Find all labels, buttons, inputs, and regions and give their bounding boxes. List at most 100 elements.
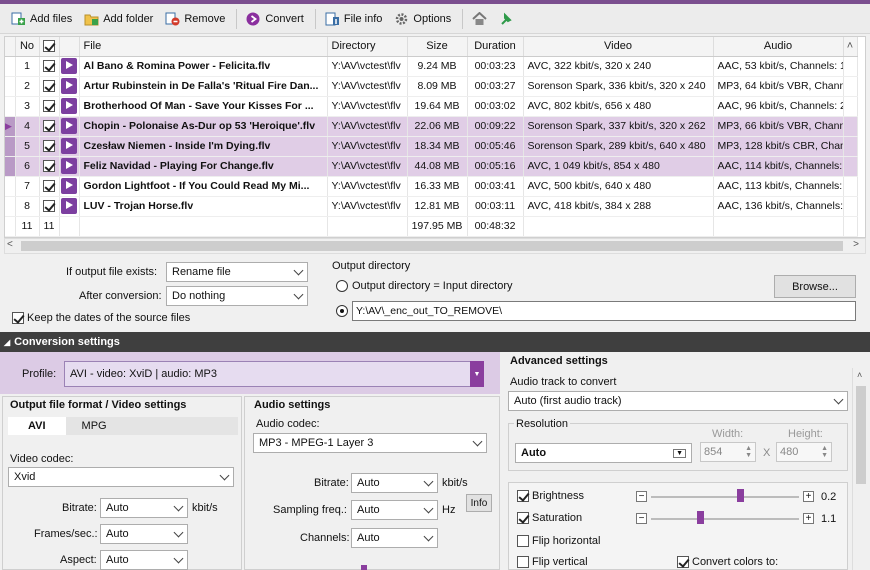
- column-size[interactable]: Size: [407, 37, 468, 57]
- row-checkbox[interactable]: [43, 120, 55, 133]
- table-row[interactable]: ▶ 4 Chopin - Polonaise As-Dur op 53 'Heroi…: [5, 116, 858, 137]
- collapse-triangle-icon[interactable]: ◢: [4, 338, 10, 347]
- output-directory-input[interactable]: Y:\AV\_enc_out_TO_REMOVE\: [352, 301, 856, 321]
- column-directory[interactable]: Directory: [327, 37, 408, 57]
- column-video[interactable]: Video: [523, 37, 714, 57]
- brightness-minus-button[interactable]: −: [636, 491, 647, 502]
- row-checkbox[interactable]: [43, 200, 55, 213]
- row-checkbox[interactable]: [43, 180, 55, 193]
- remove-button[interactable]: Remove: [160, 9, 230, 29]
- brightness-plus-button[interactable]: +: [803, 491, 814, 502]
- channels-select[interactable]: Auto: [351, 528, 438, 548]
- scroll-up-arrow[interactable]: ˄: [843, 37, 858, 57]
- scroll-left-arrow[interactable]: <: [7, 239, 13, 250]
- scrollbar-thumb[interactable]: [856, 386, 866, 484]
- column-checkbox[interactable]: [39, 37, 60, 57]
- tab-mpg[interactable]: MPG: [66, 417, 123, 435]
- row-checkbox[interactable]: [43, 100, 55, 113]
- fps-select[interactable]: Auto: [100, 524, 188, 544]
- scroll-right-arrow[interactable]: >: [853, 239, 859, 250]
- audio-info: MP3, 128 kbit/s CBR, Chann: [713, 136, 844, 157]
- table-row[interactable]: 5 Czesław Niemen - Inside I'm Dying.flv Y:…: [5, 136, 858, 157]
- flip-vertical-checkbox[interactable]: [517, 556, 529, 568]
- column-no[interactable]: No: [15, 37, 40, 57]
- add-files-button[interactable]: Add files: [6, 9, 77, 29]
- audio-bitrate-select[interactable]: Auto: [351, 473, 438, 493]
- sampling-select[interactable]: Auto: [351, 500, 438, 520]
- video-bitrate-select[interactable]: Auto: [100, 498, 188, 518]
- keep-dates-checkbox-row[interactable]: Keep the dates of the source files: [12, 312, 190, 324]
- saturation-plus-button[interactable]: +: [803, 513, 814, 524]
- advanced-vertical-scrollbar[interactable]: ˄: [852, 368, 868, 570]
- brightness-slider-track[interactable]: [651, 496, 799, 498]
- brightness-slider-thumb[interactable]: [736, 489, 744, 502]
- flip-horizontal-checkbox[interactable]: [517, 535, 529, 547]
- height-input[interactable]: 480 ▲ ▼: [776, 442, 832, 462]
- row-checkbox[interactable]: [43, 80, 55, 93]
- flip-vertical-row[interactable]: Flip vertical: [517, 556, 588, 568]
- file-name: Feliz Navidad - Playing For Change.flv: [79, 156, 328, 177]
- convert-button[interactable]: Convert: [241, 9, 309, 29]
- same-as-input-radio-row[interactable]: Output directory = Input directory: [336, 280, 513, 292]
- row-checkbox[interactable]: [43, 160, 55, 173]
- file-info-button[interactable]: File info: [320, 9, 388, 29]
- table-row[interactable]: 6 Feliz Navidad - Playing For Change.flv Y…: [5, 156, 858, 177]
- row-checkbox[interactable]: [43, 60, 55, 73]
- home-icon: [472, 11, 487, 26]
- saturation-slider-track[interactable]: [651, 518, 799, 520]
- profile-select[interactable]: AVI - video: XviD | audio: MP3: [64, 361, 484, 387]
- brightness-row[interactable]: Brightness: [517, 490, 584, 502]
- saturation-minus-button[interactable]: −: [636, 513, 647, 524]
- convert-colors-checkbox[interactable]: [677, 556, 689, 568]
- row-checkbox[interactable]: [43, 140, 55, 153]
- audio-codec-label: Audio codec:: [256, 418, 320, 430]
- same-as-input-radio[interactable]: [336, 280, 348, 292]
- scroll-up-arrow[interactable]: ˄: [857, 370, 862, 380]
- profile-dropdown-button[interactable]: ▼: [470, 361, 484, 387]
- chevron-down-icon: [423, 531, 434, 541]
- convert-colors-row[interactable]: Convert colors to:: [677, 556, 778, 568]
- pin-button[interactable]: [494, 9, 519, 29]
- table-row[interactable]: 2 Artur Rubinstein in De Falla's 'Ritual …: [5, 76, 858, 97]
- file-name: Czesław Niemen - Inside I'm Dying.flv: [79, 136, 328, 157]
- horizontal-scrollbar[interactable]: < >: [4, 238, 866, 254]
- scrollbar-thumb[interactable]: [21, 241, 843, 251]
- volume-slider-thumb[interactable]: [361, 565, 367, 570]
- after-conversion-select[interactable]: Do nothing: [166, 286, 308, 306]
- home-button[interactable]: [467, 9, 492, 29]
- width-input[interactable]: 854 ▲ ▼: [700, 442, 756, 462]
- add-folder-button[interactable]: Add folder: [79, 9, 158, 29]
- table-row[interactable]: 1 Al Bano & Romina Power - Felicita.flv Y:…: [5, 56, 858, 77]
- table-row[interactable]: 7 Gordon Lightfoot - If You Could Read My…: [5, 176, 858, 197]
- column-file[interactable]: File: [79, 37, 328, 57]
- audio-track-select[interactable]: Auto (first audio track): [508, 391, 848, 411]
- tab-avi[interactable]: AVI: [8, 417, 66, 435]
- saturation-checkbox[interactable]: [517, 512, 529, 524]
- flip-horizontal-row[interactable]: Flip horizontal: [517, 535, 600, 547]
- flv-file-icon: [61, 98, 77, 114]
- saturation-slider-thumb[interactable]: [696, 511, 704, 524]
- keep-dates-checkbox[interactable]: [12, 312, 24, 324]
- audio-codec-select[interactable]: MP3 - MPEG-1 Layer 3: [253, 433, 487, 453]
- flv-file-icon: [61, 198, 77, 214]
- table-row[interactable]: 8 LUV - Trojan Horse.flv Y:\AV\vctest\flv 1…: [5, 196, 858, 217]
- conversion-settings-header[interactable]: ◢ Conversion settings: [0, 332, 870, 352]
- custom-directory-radio[interactable]: [336, 305, 348, 318]
- row-checkbox-cell: [39, 176, 60, 197]
- if-exists-select[interactable]: Rename file: [166, 262, 308, 282]
- resolution-select[interactable]: Auto ▼: [515, 443, 692, 463]
- browse-button[interactable]: Browse...: [774, 275, 856, 298]
- chevron-down-icon: [293, 265, 304, 275]
- select-all-checkbox[interactable]: [43, 40, 55, 53]
- file-name: Chopin - Polonaise As-Dur op 53 'Heroiqu…: [79, 116, 328, 137]
- column-audio[interactable]: Audio: [713, 37, 844, 57]
- saturation-row[interactable]: Saturation: [517, 512, 582, 524]
- table-row[interactable]: 3 Brotherhood Of Man - Save Your Kisses F…: [5, 96, 858, 117]
- aspect-select[interactable]: Auto: [100, 550, 188, 570]
- info-button[interactable]: Info: [466, 494, 492, 512]
- video-codec-select[interactable]: Xvid: [8, 467, 234, 487]
- brightness-checkbox[interactable]: [517, 490, 529, 502]
- column-duration[interactable]: Duration: [467, 37, 524, 57]
- options-button[interactable]: Options: [389, 9, 456, 29]
- file-type-cell: [59, 56, 80, 77]
